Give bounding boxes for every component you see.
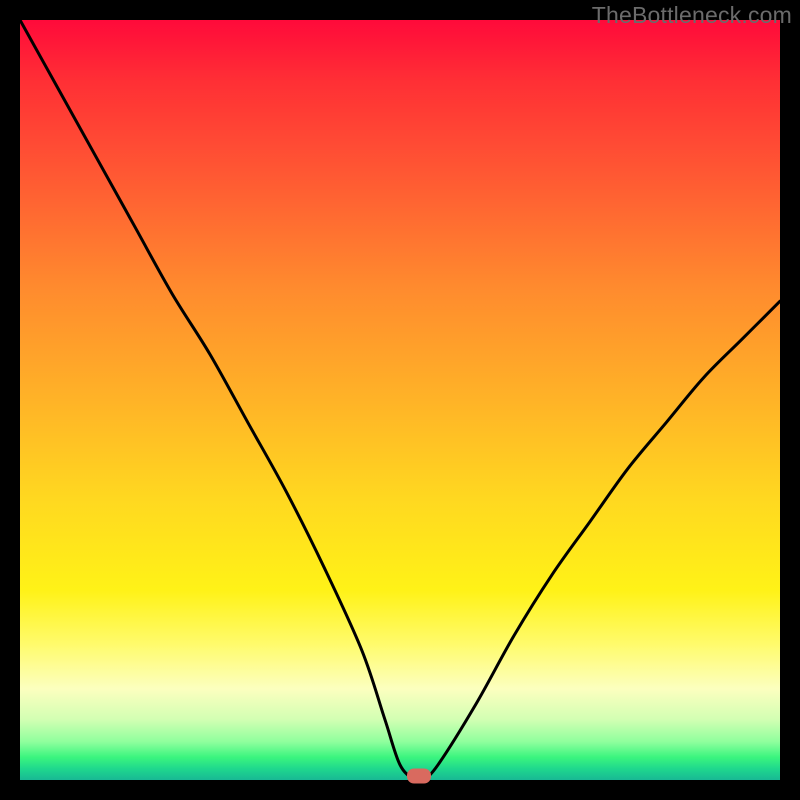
plot-area: [20, 20, 780, 780]
watermark-text: TheBottleneck.com: [592, 2, 792, 29]
bottleneck-marker: [407, 769, 431, 784]
bottleneck-curve: [20, 20, 780, 780]
